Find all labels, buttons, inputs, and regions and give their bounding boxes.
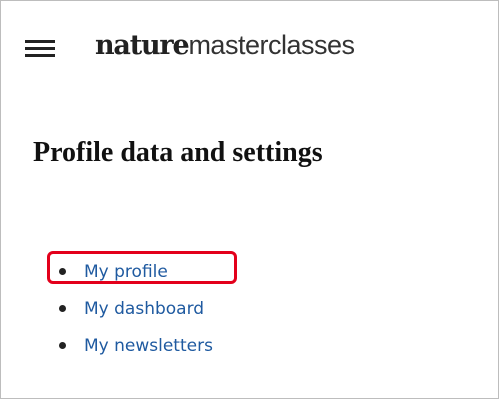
menu-bar xyxy=(25,47,55,50)
my-profile-link[interactable]: My profile xyxy=(84,262,168,282)
list-item: My newsletters xyxy=(53,327,213,364)
logo-secondary: masterclasses xyxy=(188,30,355,60)
bullet-icon xyxy=(59,268,66,275)
site-logo[interactable]: naturemasterclasses xyxy=(95,29,355,62)
bullet-icon xyxy=(59,342,66,349)
bullet-icon xyxy=(59,305,66,312)
page-title: Profile data and settings xyxy=(33,137,323,168)
list-item: My dashboard xyxy=(53,290,213,327)
logo-primary: nature xyxy=(95,30,190,61)
my-newsletters-link[interactable]: My newsletters xyxy=(84,336,213,356)
list-item: My profile xyxy=(53,253,213,290)
menu-bar xyxy=(25,40,55,43)
profile-nav-list: My profile My dashboard My newsletters xyxy=(53,253,213,364)
hamburger-menu-icon[interactable] xyxy=(25,37,55,59)
page-frame: naturemasterclasses Profile data and set… xyxy=(0,0,499,399)
menu-bar xyxy=(25,54,55,57)
my-dashboard-link[interactable]: My dashboard xyxy=(84,299,204,319)
